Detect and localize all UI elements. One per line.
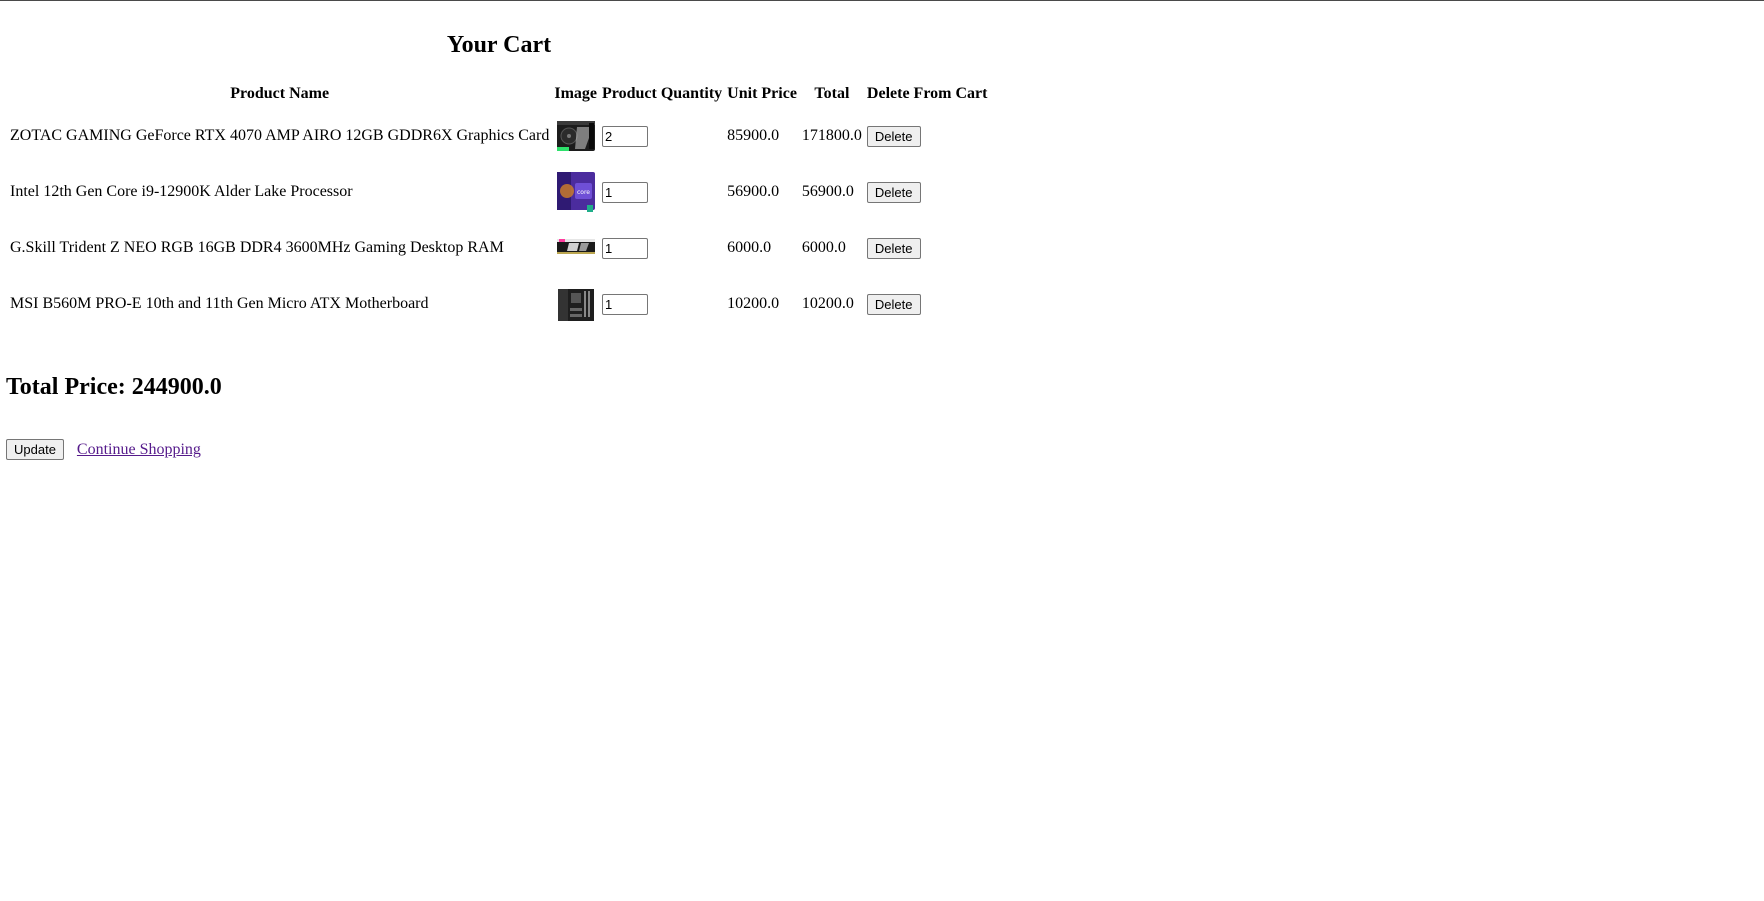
header-delete: Delete From Cart: [866, 85, 988, 102]
table-row: ZOTAC GAMING GeForce RTX 4070 AMP AIRO 1…: [9, 109, 988, 163]
motherboard-icon[interactable]: [555, 281, 597, 327]
processor-box-icon[interactable]: core: [555, 169, 597, 215]
unit-price: 10200.0: [727, 295, 780, 312]
unit-price: 6000.0: [727, 239, 772, 256]
header-quantity: Product Quantity: [602, 85, 723, 102]
header-image: Image: [554, 85, 598, 102]
cart-actions: Update Continue Shopping: [6, 439, 201, 460]
graphics-card-icon[interactable]: [555, 113, 597, 159]
line-total: 56900.0: [801, 183, 854, 200]
total-price: Total Price: 244900.0: [6, 374, 222, 400]
quantity-input[interactable]: [602, 125, 649, 147]
continue-shopping-link[interactable]: Continue Shopping: [77, 441, 201, 459]
line-total: 6000.0: [801, 239, 846, 256]
top-divider: [0, 0, 1764, 1]
line-total: 10200.0: [801, 295, 854, 312]
header-unit-price: Unit Price: [727, 85, 797, 102]
quantity-input[interactable]: [602, 181, 649, 203]
line-total: 171800.0: [801, 127, 862, 144]
header-total: Total: [814, 85, 850, 102]
product-name: MSI B560M PRO-E 10th and 11th Gen Micro …: [10, 295, 429, 312]
product-name: ZOTAC GAMING GeForce RTX 4070 AMP AIRO 1…: [10, 127, 550, 144]
table-row: G.Skill Trident Z NEO RGB 16GB DDR4 3600…: [9, 221, 988, 275]
cart-table: Product Name Image Product Quantity Unit…: [6, 79, 991, 333]
header-product-name: Product Name: [230, 85, 330, 102]
ram-stick-icon[interactable]: [555, 225, 597, 271]
quantity-input[interactable]: [602, 237, 649, 259]
delete-button[interactable]: Delete: [866, 125, 921, 147]
page-title: Your Cart: [446, 32, 552, 58]
product-name: Intel 12th Gen Core i9-12900K Alder Lake…: [10, 183, 353, 200]
unit-price: 85900.0: [727, 127, 780, 144]
delete-button[interactable]: Delete: [866, 181, 921, 203]
update-button[interactable]: Update: [6, 439, 64, 460]
svg-text:core: core: [577, 189, 590, 196]
product-name: G.Skill Trident Z NEO RGB 16GB DDR4 3600…: [10, 239, 504, 256]
unit-price: 56900.0: [727, 183, 780, 200]
delete-button[interactable]: Delete: [866, 237, 921, 259]
table-row: MSI B560M PRO-E 10th and 11th Gen Micro …: [9, 277, 988, 331]
table-header-row: Product Name Image Product Quantity Unit…: [9, 81, 988, 107]
table-row: Intel 12th Gen Core i9-12900K Alder Lake…: [9, 165, 988, 219]
delete-button[interactable]: Delete: [866, 293, 921, 315]
quantity-input[interactable]: [602, 293, 649, 315]
